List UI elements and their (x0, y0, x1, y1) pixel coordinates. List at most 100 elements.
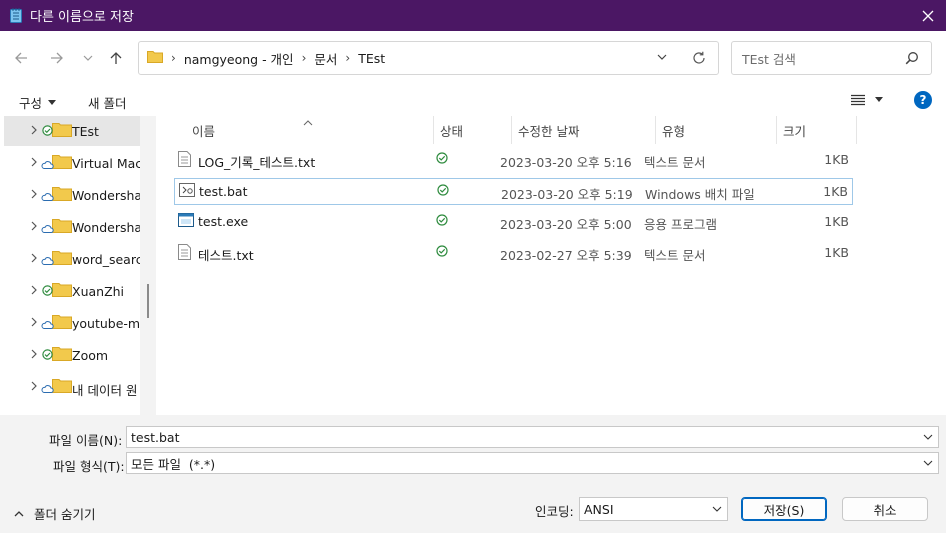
refresh-icon (693, 51, 705, 64)
sidebar-item[interactable]: Wondershare (4, 212, 155, 242)
cancel-button[interactable]: 취소 (842, 497, 928, 521)
chevron-right-icon[interactable] (30, 252, 38, 266)
arrow-right-icon (51, 52, 63, 64)
filename-value[interactable]: test.bat (131, 430, 179, 445)
sync-ok-icon (436, 152, 448, 167)
chevron-down-icon (922, 457, 934, 472)
file-row[interactable]: LOG_기록_테스트.txt 2023-03-20 오후 5:16 텍스트 문서 1K… (174, 147, 853, 174)
sync-ok-icon (437, 184, 449, 199)
file-name: 테스트.txt (198, 248, 254, 263)
file-row[interactable]: test.exe 2023-03-20 오후 5:00 응용 프로그램 1KB (174, 209, 853, 236)
column-divider[interactable] (776, 116, 777, 144)
new-folder-button[interactable]: 새 폴더 (88, 93, 126, 112)
column-header-status[interactable]: 상태 (440, 116, 463, 144)
file-size: 1KB (823, 184, 848, 199)
encoding-label: 인코딩: (535, 504, 574, 519)
column-header-modified[interactable]: 수정한 날짜 (518, 116, 579, 144)
filename-input[interactable]: test.bat (126, 426, 939, 448)
navigation-scrollbar[interactable] (140, 116, 156, 415)
filetype-label: 파일 형식(T): (53, 459, 125, 474)
hide-folders-label: 폴더 숨기기 (34, 507, 96, 522)
chevron-right-icon[interactable] (30, 316, 38, 330)
chevron-right-icon: › (171, 51, 176, 65)
chevron-right-icon[interactable] (30, 188, 38, 202)
chevron-down-icon[interactable] (922, 431, 934, 446)
caret-down-icon (875, 97, 883, 102)
organize-button[interactable]: 구성 (19, 93, 57, 112)
breadcrumb-3[interactable]: TEst (358, 51, 385, 66)
column-header-type[interactable]: 유형 (662, 116, 685, 144)
view-options-button[interactable] (851, 94, 883, 106)
arrow-up-icon (110, 52, 122, 64)
arrow-left-icon (15, 52, 27, 64)
folder-icon (52, 154, 72, 172)
refresh-button[interactable] (692, 51, 706, 68)
hide-folders-button[interactable]: 폴더 숨기기 (14, 504, 95, 523)
sidebar-item[interactable]: Wondershare (4, 180, 155, 210)
help-icon: ? (919, 93, 927, 107)
back-button[interactable] (10, 47, 32, 69)
up-button[interactable] (105, 47, 127, 69)
filetype-select[interactable]: 모든 파일 (*.*) (126, 452, 939, 474)
close-button[interactable] (910, 0, 946, 31)
encoding-value: ANSI (584, 501, 614, 517)
folder-icon (52, 186, 72, 204)
chevron-right-icon[interactable] (30, 380, 38, 394)
file-name: test.bat (199, 184, 248, 199)
file-list: 이름 상태 수정한 날짜 유형 크기 LOG_기록_테스트.txt 2023-03… (156, 116, 946, 415)
address-bar[interactable]: › namgyeong - 개인 › 문서 › TEst (138, 41, 719, 75)
chevron-right-icon[interactable] (30, 284, 38, 298)
navigation-pane: TEst Virtual Mach Wondershare Wondershare wo… (0, 116, 156, 415)
window-title: 다른 이름으로 저장 (30, 10, 134, 25)
column-divider[interactable] (655, 116, 656, 144)
file-row[interactable]: test.bat 2023-03-20 오후 5:19 Windows 배치 파일 1… (174, 178, 853, 205)
sidebar-item-label: Zoom (72, 348, 109, 363)
sidebar-item-label: TEst (72, 124, 99, 139)
sidebar-item[interactable]: youtube-mu (4, 308, 148, 338)
sync-ok-icon (436, 245, 448, 260)
chevron-right-icon[interactable] (30, 348, 38, 362)
chevron-down-icon (711, 503, 723, 518)
column-header-name[interactable]: 이름 (192, 116, 215, 144)
sidebar-item-label: Virtual Mach (72, 156, 151, 171)
sidebar-item[interactable]: 내 데이터 원 (4, 372, 140, 402)
file-row[interactable]: 테스트.txt 2023-02-27 오후 5:39 텍스트 문서 1KB (174, 240, 853, 267)
chevron-down-icon (657, 54, 667, 60)
exe-file-icon (178, 213, 194, 230)
navigation-bar: › namgyeong - 개인 › 문서 › TEst TEst 검색 (0, 31, 946, 85)
search-box[interactable]: TEst 검색 (731, 41, 932, 75)
sidebar-item[interactable]: Virtual Mach (4, 148, 150, 178)
chevron-right-icon[interactable] (30, 124, 38, 138)
scrollbar-thumb[interactable] (147, 284, 149, 318)
file-size: 1KB (824, 214, 849, 229)
column-header-size[interactable]: 크기 (783, 116, 806, 144)
close-icon (922, 10, 934, 21)
folder-icon (52, 250, 72, 268)
folder-icon (52, 122, 72, 140)
notepad-icon (10, 8, 22, 23)
recent-locations-button[interactable] (77, 47, 99, 69)
chevron-up-icon (14, 511, 24, 517)
help-button[interactable]: ? (914, 91, 932, 109)
forward-button[interactable] (46, 47, 68, 69)
chevron-right-icon[interactable] (30, 220, 38, 234)
sidebar-item-label: 내 데이터 원 (72, 383, 138, 398)
chevron-right-icon[interactable] (30, 156, 38, 170)
sidebar-item[interactable]: XuanZhi (4, 276, 140, 306)
caret-down-icon (48, 99, 57, 105)
search-input[interactable]: TEst 검색 (742, 49, 796, 68)
sidebar-item[interactable]: word_search (4, 244, 151, 274)
breadcrumb-1[interactable]: namgyeong - 개인 (184, 49, 294, 68)
column-divider[interactable] (511, 116, 512, 144)
sidebar-item-label: XuanZhi (72, 284, 125, 299)
encoding-select[interactable]: ANSI (579, 497, 728, 521)
sidebar-item[interactable]: Zoom (4, 340, 140, 370)
address-dropdown-button[interactable] (656, 51, 668, 66)
column-divider[interactable] (856, 116, 857, 144)
sidebar-item[interactable]: TEst (4, 116, 140, 146)
breadcrumb-2[interactable]: 문서 (314, 49, 337, 68)
column-divider[interactable] (433, 116, 434, 144)
sync-ok-icon (436, 214, 448, 229)
batch-file-icon (179, 183, 195, 200)
save-button[interactable]: 저장(S) (741, 497, 827, 521)
